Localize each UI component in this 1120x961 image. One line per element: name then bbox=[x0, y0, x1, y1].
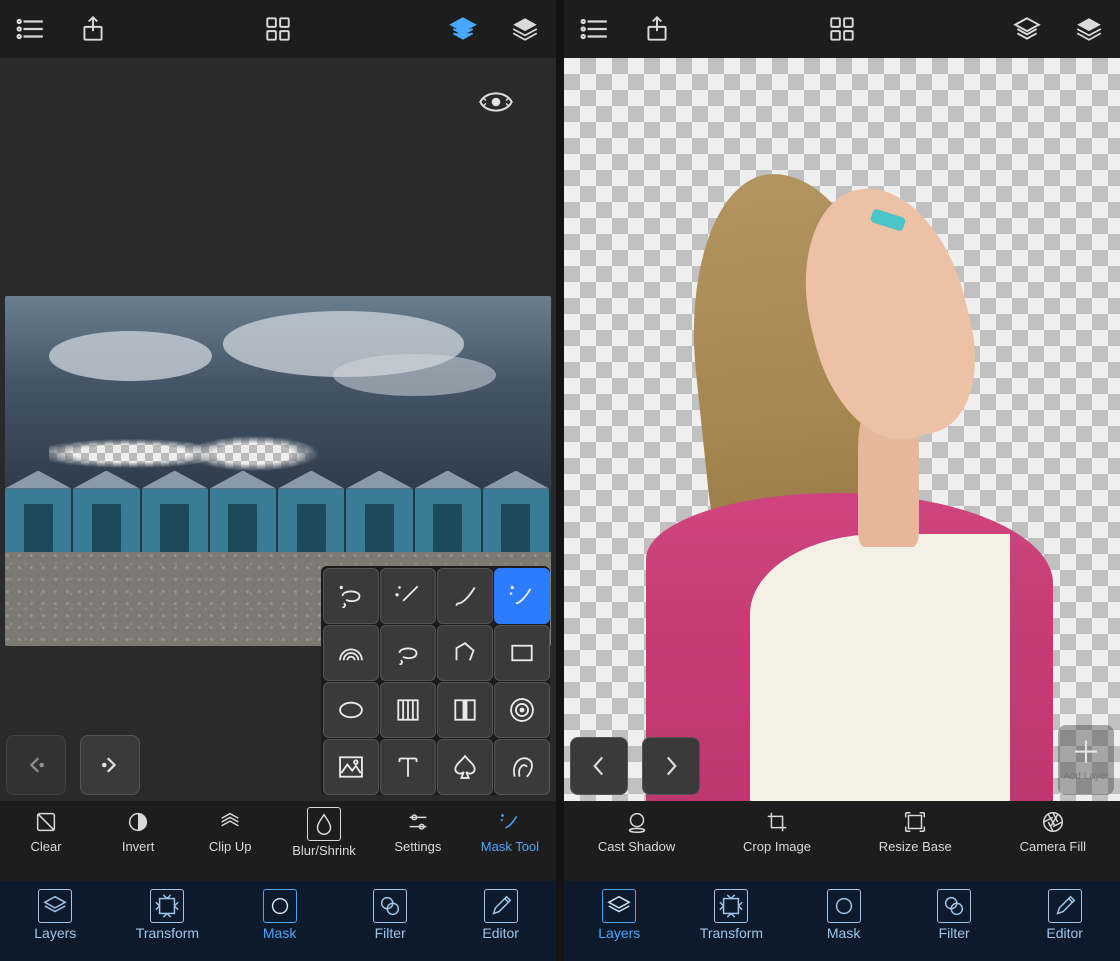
layers-stack-icon[interactable] bbox=[1072, 12, 1106, 46]
right-canvas[interactable]: ＋ Add Layer bbox=[564, 58, 1120, 801]
visibility-icon[interactable] bbox=[468, 82, 524, 122]
add-icon: ＋ bbox=[1071, 739, 1101, 769]
polygon-icon[interactable] bbox=[437, 625, 493, 681]
layers-overlay-icon[interactable] bbox=[446, 12, 480, 46]
tab-filter[interactable]: Filter bbox=[924, 889, 984, 941]
hair-mask-icon[interactable] bbox=[494, 739, 550, 795]
right-main-tabs: Layers Transform Mask Filter Editor bbox=[564, 881, 1120, 961]
apps-icon[interactable] bbox=[825, 12, 859, 46]
brush-icon[interactable] bbox=[437, 568, 493, 624]
right-topbar bbox=[564, 0, 1120, 58]
tab-mask[interactable]: Mask bbox=[814, 889, 874, 941]
cutout-subject bbox=[620, 132, 1054, 801]
tab-layers[interactable]: Layers bbox=[25, 889, 85, 941]
text-tool-icon[interactable] bbox=[380, 739, 436, 795]
clip-up-button[interactable]: Clip Up bbox=[200, 807, 260, 854]
crop-image-button[interactable]: Crop Image bbox=[743, 807, 811, 854]
mirror-gradient-icon[interactable] bbox=[437, 682, 493, 738]
magic-wand-icon[interactable] bbox=[380, 568, 436, 624]
left-topbar bbox=[0, 0, 556, 58]
rainbow-icon[interactable] bbox=[323, 625, 379, 681]
ellipse-icon[interactable] bbox=[323, 682, 379, 738]
landscape-icon[interactable] bbox=[323, 739, 379, 795]
sparkle-brush-icon[interactable] bbox=[494, 568, 550, 624]
history-controls bbox=[6, 735, 140, 795]
add-layer-button[interactable]: ＋ Add Layer bbox=[1058, 725, 1114, 795]
tab-editor[interactable]: Editor bbox=[1035, 889, 1095, 941]
lasso-auto-icon[interactable] bbox=[323, 568, 379, 624]
cast-shadow-button[interactable]: Cast Shadow bbox=[598, 807, 675, 854]
lasso-icon[interactable] bbox=[380, 625, 436, 681]
tab-transform[interactable]: Transform bbox=[700, 889, 763, 941]
redo-icon[interactable] bbox=[80, 735, 140, 795]
list-icon[interactable] bbox=[578, 12, 612, 46]
layers-overlay-icon[interactable] bbox=[1010, 12, 1044, 46]
share-icon[interactable] bbox=[76, 12, 110, 46]
erased-mask-region bbox=[49, 429, 322, 478]
linear-gradient-icon[interactable] bbox=[380, 682, 436, 738]
left-main-tabs: Layers Transform Mask Filter Editor bbox=[0, 881, 556, 961]
prev-icon[interactable] bbox=[570, 737, 628, 795]
tab-transform[interactable]: Transform bbox=[136, 889, 199, 941]
left-canvas[interactable] bbox=[0, 58, 556, 801]
tab-filter[interactable]: Filter bbox=[360, 889, 420, 941]
layers-stack-icon[interactable] bbox=[508, 12, 542, 46]
invert-button[interactable]: Invert bbox=[108, 807, 168, 854]
right-app-panel: ＋ Add Layer Cast Shadow Crop Image Resiz… bbox=[564, 0, 1120, 961]
mask-tool-palette bbox=[321, 566, 550, 795]
next-icon[interactable] bbox=[642, 737, 700, 795]
rectangle-icon[interactable] bbox=[494, 625, 550, 681]
share-icon[interactable] bbox=[640, 12, 674, 46]
spade-shape-icon[interactable] bbox=[437, 739, 493, 795]
list-icon[interactable] bbox=[14, 12, 48, 46]
left-subtoolbar: Clear Invert Clip Up Blur/Shrink Setting… bbox=[0, 801, 556, 881]
layer-nav bbox=[570, 737, 700, 795]
clear-button[interactable]: Clear bbox=[16, 807, 76, 854]
right-subtoolbar: Cast Shadow Crop Image Resize Base Camer… bbox=[564, 801, 1120, 881]
left-app-panel: Clear Invert Clip Up Blur/Shrink Setting… bbox=[0, 0, 556, 961]
apps-icon[interactable] bbox=[261, 12, 295, 46]
radial-gradient-icon[interactable] bbox=[494, 682, 550, 738]
camera-fill-button[interactable]: Camera Fill bbox=[1020, 807, 1086, 854]
settings-button[interactable]: Settings bbox=[388, 807, 448, 854]
blur-shrink-button[interactable]: Blur/Shrink bbox=[292, 807, 356, 858]
resize-base-button[interactable]: Resize Base bbox=[879, 807, 952, 854]
tab-layers[interactable]: Layers bbox=[589, 889, 649, 941]
tab-mask[interactable]: Mask bbox=[250, 889, 310, 941]
undo-icon[interactable] bbox=[6, 735, 66, 795]
tab-editor[interactable]: Editor bbox=[471, 889, 531, 941]
mask-tool-button[interactable]: Mask Tool bbox=[480, 807, 540, 854]
